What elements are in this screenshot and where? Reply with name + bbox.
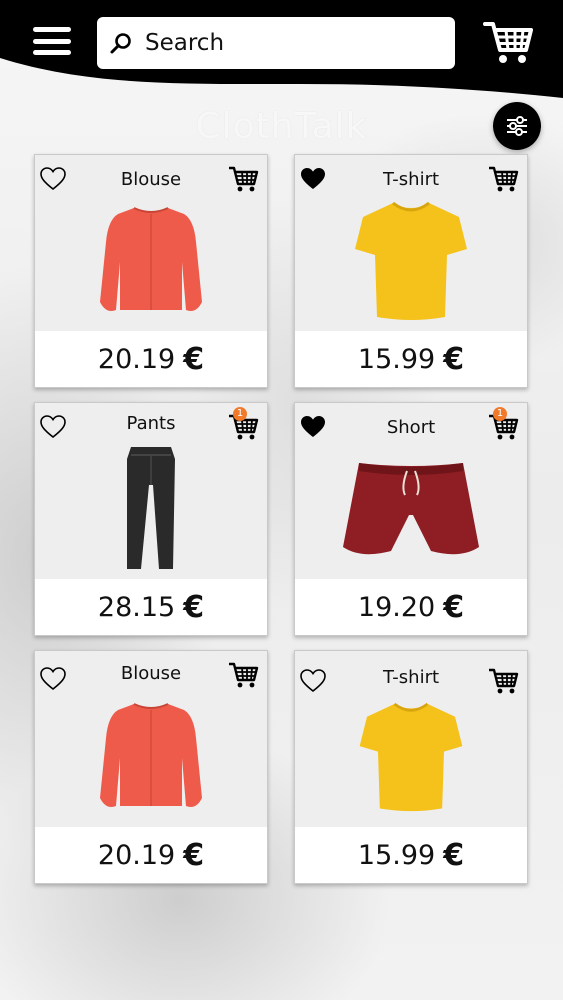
currency-symbol: € [183, 837, 205, 873]
heart-filled-icon[interactable] [299, 165, 327, 193]
product-price: 15.99 [357, 343, 436, 375]
product-image-tshirt [295, 197, 527, 327]
search-icon [110, 33, 131, 54]
heart-outline-icon[interactable] [39, 665, 67, 693]
cart-count-badge: 1 [493, 407, 507, 421]
product-title: Blouse [120, 663, 182, 684]
price-bar: 28.15 € [35, 579, 267, 635]
price-bar: 15.99 € [295, 331, 527, 387]
search-box[interactable] [97, 17, 455, 69]
currency-symbol: € [183, 341, 205, 377]
product-image-short [295, 445, 527, 575]
app-header [0, 0, 563, 100]
product-card[interactable]: Short 1 19.20 € [294, 402, 528, 636]
price-bar: 20.19 € [35, 827, 267, 883]
product-image-blouse [35, 197, 267, 327]
product-price: 19.20 [357, 591, 436, 623]
currency-symbol: € [443, 589, 465, 625]
product-image-tshirt [295, 693, 527, 823]
product-price: 15.99 [357, 839, 436, 871]
heart-outline-icon[interactable] [39, 165, 67, 193]
add-to-cart-icon[interactable] [227, 659, 259, 691]
menu-icon-bar [33, 38, 71, 44]
add-to-cart-icon[interactable] [227, 163, 259, 195]
product-title: Blouse [120, 169, 182, 190]
product-card[interactable]: Pants 1 28.15 € [34, 402, 268, 636]
product-price: 20.19 [97, 343, 176, 375]
product-image-pants [35, 445, 267, 575]
product-title: Pants [126, 413, 176, 434]
search-input[interactable] [145, 30, 425, 56]
sliders-icon [507, 116, 527, 136]
product-card[interactable]: Blouse 20.19 € [34, 650, 268, 884]
heart-filled-icon[interactable] [299, 413, 327, 441]
add-to-cart-icon[interactable] [487, 163, 519, 195]
heart-outline-icon[interactable] [39, 413, 67, 441]
currency-symbol: € [183, 589, 205, 625]
product-title: T-shirt [382, 667, 440, 688]
cart-count-badge: 1 [233, 407, 247, 421]
product-card[interactable]: Blouse 20.19 € [34, 154, 268, 388]
price-bar: 15.99 € [295, 827, 527, 883]
cart-icon[interactable] [482, 16, 534, 68]
product-title: T-shirt [382, 169, 440, 190]
product-price: 28.15 [97, 591, 176, 623]
product-title: Short [386, 417, 436, 438]
currency-symbol: € [443, 837, 465, 873]
menu-icon-bar [33, 50, 71, 55]
price-bar: 19.20 € [295, 579, 527, 635]
menu-icon-bar [33, 27, 71, 32]
product-image-blouse [35, 693, 267, 823]
product-card[interactable]: T-shirt 15.99 € [294, 650, 528, 884]
product-card[interactable]: T-shirt 15.99 € [294, 154, 528, 388]
brand-watermark: ClothTalk [195, 106, 368, 147]
filter-button[interactable] [493, 102, 541, 150]
menu-button[interactable] [30, 24, 74, 58]
currency-symbol: € [443, 341, 465, 377]
price-bar: 20.19 € [35, 331, 267, 387]
heart-outline-icon[interactable] [299, 667, 327, 695]
product-price: 20.19 [97, 839, 176, 871]
